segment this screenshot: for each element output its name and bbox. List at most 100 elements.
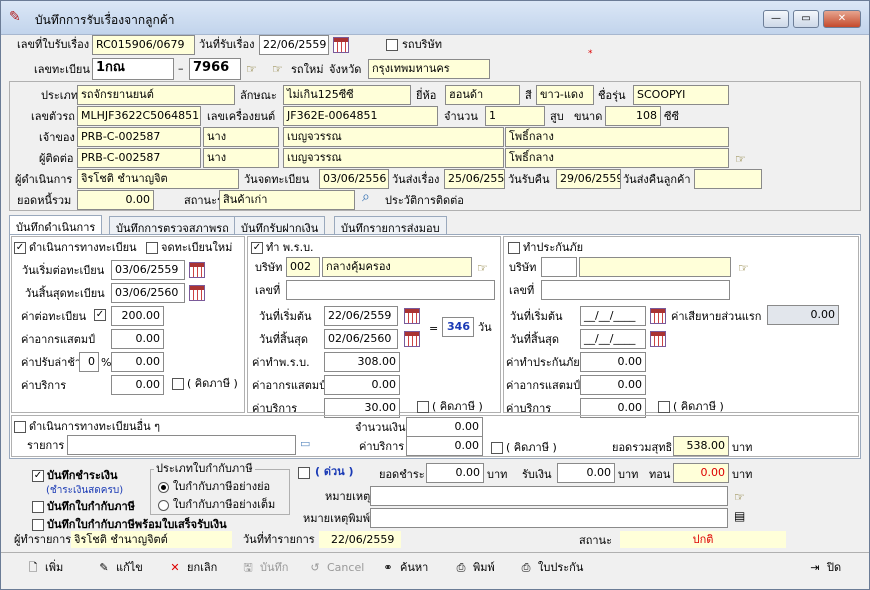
- calendar-icon[interactable]: [189, 262, 205, 278]
- reg-fee-field[interactable]: 200.00: [111, 306, 164, 326]
- close-window-button[interactable]: ✕: [823, 10, 861, 28]
- reg-start-field[interactable]: 03/06/2559: [111, 260, 185, 280]
- prb-co-code-field[interactable]: 002: [286, 257, 320, 277]
- color-field[interactable]: ขาว-แดง: [536, 85, 594, 105]
- tab-delivery[interactable]: บันทึกรายการส่งมอบ: [334, 216, 447, 235]
- contact-lastname-field[interactable]: โพธิ์กลาง: [505, 148, 729, 168]
- calendar-icon[interactable]: [404, 308, 420, 324]
- cancel-button[interactable]: ↺ Cancel: [307, 557, 364, 579]
- maximize-button[interactable]: ▭: [793, 10, 819, 28]
- full-tax-radio[interactable]: [158, 500, 169, 511]
- search-icon[interactable]: ⌕: [362, 189, 370, 205]
- ins-tax-checkbox[interactable]: [658, 401, 670, 413]
- picker-icon[interactable]: ☞: [738, 261, 754, 275]
- calendar-icon[interactable]: [189, 285, 205, 301]
- reg-prefix-field[interactable]: 1กณ: [92, 58, 174, 80]
- reg-fine-field[interactable]: 0.00: [111, 352, 164, 372]
- reg-end-field[interactable]: 03/06/2560: [111, 283, 185, 303]
- other-tax-checkbox[interactable]: [491, 442, 503, 454]
- prb-end-field[interactable]: 02/06/2560: [324, 329, 398, 349]
- regdate-field[interactable]: 03/06/2556: [319, 169, 389, 189]
- deduct-field[interactable]: 0.00: [767, 305, 839, 325]
- staff-field[interactable]: จิรโชติ ชำนาญจิต: [77, 169, 239, 189]
- reg-tax-checkbox[interactable]: [172, 378, 184, 390]
- search-button[interactable]: ⚭ ค้นหา: [380, 557, 428, 579]
- calendar-icon[interactable]: [650, 331, 666, 347]
- reg-fee-checkbox[interactable]: ✓: [94, 309, 106, 321]
- custback-field[interactable]: [694, 169, 762, 189]
- picker-icon[interactable]: ☞: [734, 490, 750, 504]
- owner-title-field[interactable]: นาง: [203, 127, 279, 147]
- senddate-field[interactable]: 25/06/2559: [444, 169, 505, 189]
- close-button[interactable]: ⇥ ปิด: [807, 557, 841, 579]
- short-tax-radio[interactable]: [158, 482, 169, 493]
- backdate-field[interactable]: 29/06/2559: [556, 169, 621, 189]
- note-edit-icon[interactable]: ▤: [734, 509, 745, 523]
- reg-stamp-field[interactable]: 0.00: [111, 329, 164, 349]
- prb-checkbox[interactable]: ✓: [251, 242, 263, 254]
- recv-date-field[interactable]: 22/06/2559: [259, 35, 329, 55]
- tab-deposit[interactable]: บันทึกรับฝากเงิน: [234, 216, 326, 235]
- save-pay-checkbox[interactable]: ✓: [32, 470, 44, 482]
- minimize-button[interactable]: —: [763, 10, 789, 28]
- province-field[interactable]: กรุงเทพมหานคร: [368, 59, 490, 79]
- prb-tax-checkbox[interactable]: [417, 401, 429, 413]
- chassis-field[interactable]: MLHJF3622C5064851: [77, 106, 201, 126]
- memo-icon[interactable]: ▭: [300, 437, 310, 450]
- contact-title-field[interactable]: นาง: [203, 148, 279, 168]
- picker-icon[interactable]: ☞: [246, 62, 262, 76]
- print-ins-button[interactable]: ⎙ ใบประกัน: [518, 557, 584, 579]
- size-field[interactable]: 108: [605, 106, 661, 126]
- calendar-icon[interactable]: [650, 308, 666, 324]
- picker-icon[interactable]: ☞: [477, 261, 493, 275]
- save-tax-checkbox[interactable]: [32, 501, 44, 513]
- tab-inspection[interactable]: บันทึกการตรวจสภาพรถ: [109, 216, 236, 235]
- balance-field[interactable]: 0.00: [77, 190, 154, 210]
- prb-start-field[interactable]: 22/06/2559: [324, 306, 398, 326]
- ins-stamp-field[interactable]: 0.00: [580, 375, 646, 395]
- ins-end-field[interactable]: __/__/____: [580, 329, 646, 349]
- contact-code-field[interactable]: PRB-C-002587: [77, 148, 201, 168]
- recv-field[interactable]: 0.00: [557, 463, 615, 483]
- picker-icon[interactable]: ☞: [272, 62, 288, 76]
- doc-no-field[interactable]: RC015906/0679: [92, 35, 195, 55]
- prb-fee-field[interactable]: 308.00: [324, 352, 400, 372]
- other-reg-checkbox[interactable]: [14, 421, 26, 433]
- model-field[interactable]: SCOOPYI: [633, 85, 729, 105]
- type-field[interactable]: รถจักรยานยนต์: [77, 85, 235, 105]
- reg-fine-pct-field[interactable]: 0: [79, 352, 99, 372]
- ins-co-code-field[interactable]: [541, 257, 577, 277]
- save-tax-rcpt-checkbox[interactable]: [32, 519, 44, 531]
- reg-svc-field[interactable]: 0.00: [111, 375, 164, 395]
- prb-stamp-field[interactable]: 0.00: [324, 375, 400, 395]
- prb-no-field[interactable]: [286, 280, 495, 300]
- insurance-checkbox[interactable]: [508, 242, 520, 254]
- save-button[interactable]: 🖫 บันทึก: [240, 557, 288, 579]
- engine-field[interactable]: JF362E-0064851: [283, 106, 438, 126]
- owner-code-field[interactable]: PRB-C-002587: [77, 127, 201, 147]
- other-amt-field[interactable]: 0.00: [406, 417, 483, 437]
- company-car-checkbox[interactable]: [386, 39, 398, 51]
- prb-co-name-field[interactable]: กลางคุ้มครอง: [322, 257, 472, 277]
- ins-start-field[interactable]: __/__/____: [580, 306, 646, 326]
- other-items-field[interactable]: [67, 435, 296, 455]
- ins-fee-field[interactable]: 0.00: [580, 352, 646, 372]
- new-reg-checkbox[interactable]: [146, 242, 158, 254]
- note2-field[interactable]: [370, 508, 728, 528]
- calendar-icon[interactable]: [404, 331, 420, 347]
- picker-icon[interactable]: ☞: [735, 152, 751, 166]
- edit-button[interactable]: ✎ แก้ไข: [96, 557, 142, 579]
- owner-name-field[interactable]: เบญจวรรณ: [283, 127, 504, 147]
- paid-field[interactable]: 0.00: [426, 463, 484, 483]
- urgent-checkbox[interactable]: [298, 467, 310, 479]
- ins-co-name-field[interactable]: [579, 257, 731, 277]
- contact-name-field[interactable]: เบญจวรรณ: [283, 148, 504, 168]
- brand-field[interactable]: ฮอนด้า: [445, 85, 520, 105]
- status-field[interactable]: สินค้าเก่า: [219, 190, 355, 210]
- other-svc-field[interactable]: 0.00: [406, 436, 483, 456]
- style-field[interactable]: ไม่เกิน125ซีซี: [283, 85, 411, 105]
- history-label[interactable]: ประวัติการติดต่อ: [385, 194, 464, 208]
- print-button[interactable]: ⎙ พิมพ์: [453, 557, 495, 579]
- registration-checkbox[interactable]: ✓: [14, 242, 26, 254]
- qty-field[interactable]: 1: [485, 106, 545, 126]
